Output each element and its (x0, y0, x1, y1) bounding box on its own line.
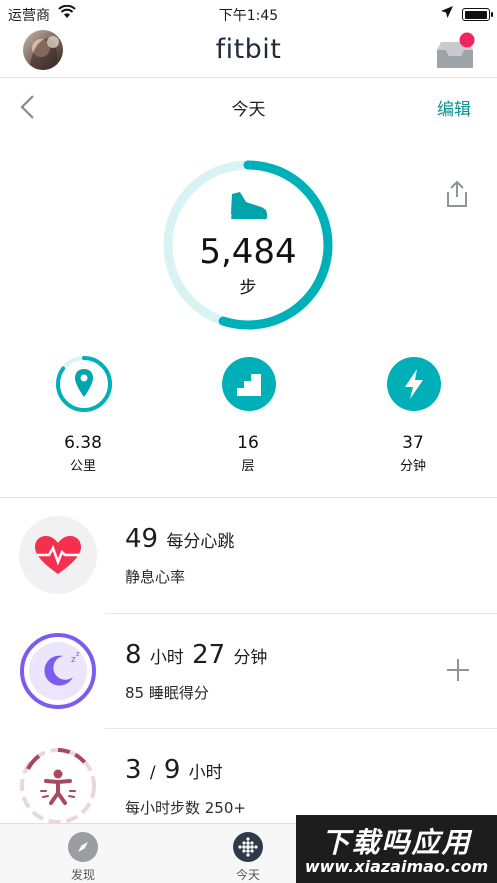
distance-unit: 公里 (69, 459, 96, 474)
plus-icon[interactable] (444, 656, 472, 684)
tab-discover[interactable]: 发现 (43, 824, 123, 883)
hourly-subtitle: 每小时步数 250+ (125, 799, 246, 817)
heart-rate-value: 49 (125, 524, 159, 554)
heart-rate-title: 49 每分心跳 (125, 524, 234, 554)
active-minutes-unit: 分钟 (399, 459, 426, 474)
steps-count: 5,484 (199, 232, 297, 272)
hourly-goal: 9 (163, 755, 181, 785)
inbox-icon[interactable] (434, 32, 478, 72)
lightning-icon (385, 355, 443, 413)
distance-value: 6.38 (64, 433, 102, 453)
heart-rate-card[interactable]: 49 每分心跳 静息心率 (0, 498, 497, 613)
sleep-minutes: 27 (192, 640, 226, 670)
steps-unit: 步 (239, 278, 257, 298)
active-minutes-value: 37 (402, 433, 424, 453)
compass-icon (68, 832, 98, 862)
brand-logo: fitbit (215, 34, 282, 65)
date-title: 今天 (231, 100, 266, 120)
watermark-title: 下载吗应用 (321, 826, 472, 859)
sleep-card[interactable]: z z 8 小时 27 分钟 85 睡眠得分 (0, 614, 497, 729)
heart-rate-icon (19, 516, 97, 594)
date-bar: 今天 编辑 (0, 78, 497, 134)
share-icon[interactable] (444, 180, 470, 208)
sleep-title: 8 小时 27 分钟 (125, 640, 267, 670)
app-header: fitbit (0, 28, 497, 78)
hourly-separator: / (149, 763, 156, 783)
sleep-hours: 8 (125, 640, 142, 670)
tab-today-label: 今天 (235, 868, 260, 882)
notification-dot (459, 32, 475, 48)
active-person-icon (19, 747, 97, 825)
sleep-minutes-unit: 分钟 (233, 648, 268, 668)
clock: 下午1:45 (218, 8, 279, 24)
watermark-url: www.xiazaimao.com (304, 857, 489, 876)
battery-level (464, 10, 487, 19)
svg-text:z: z (76, 650, 80, 658)
sleep-subtitle: 85 睡眠得分 (125, 684, 209, 702)
edit-button[interactable]: 编辑 (437, 95, 471, 120)
hourly-value: 3 (125, 755, 142, 785)
moon-icon: z z (19, 632, 97, 710)
shoe-icon (229, 190, 269, 220)
location-arrow-icon (440, 5, 454, 23)
battery-icon (462, 8, 493, 21)
hourly-unit: 小时 (188, 763, 223, 783)
tab-discover-label: 发现 (70, 868, 95, 882)
floors-value: 16 (237, 433, 259, 453)
watermark: 下载吗应用 www.xiazaimao.com (296, 815, 497, 883)
steps-ring[interactable]: 5,484 步 (163, 160, 333, 330)
hourly-title: 3 / 9 小时 (125, 755, 223, 785)
heart-rate-subtitle: 静息心率 (125, 568, 186, 586)
heart-rate-unit: 每分心跳 (166, 532, 235, 552)
sleep-hours-unit: 小时 (149, 648, 184, 668)
floors-unit: 层 (241, 459, 255, 474)
fitbit-dots-icon (233, 832, 263, 862)
tab-today[interactable]: 今天 (208, 824, 288, 883)
status-bar: 运营商 下午1:45 (0, 0, 497, 28)
stairs-icon (220, 355, 278, 413)
distance-ring (55, 355, 113, 413)
